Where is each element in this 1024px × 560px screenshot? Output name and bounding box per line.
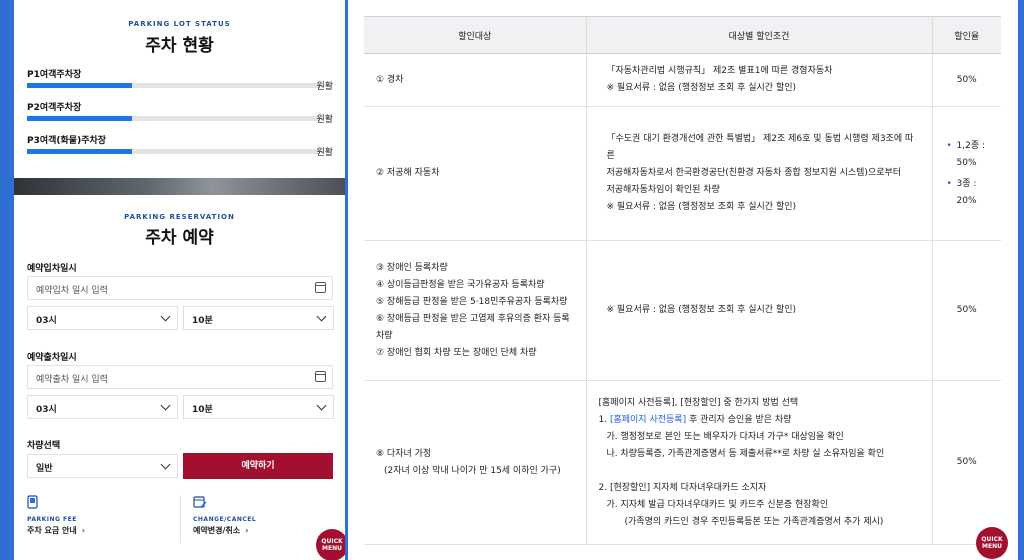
chevron-down-icon [160, 311, 171, 322]
rate-item: 3종 : 20% [947, 176, 990, 210]
exit-date-label: 예약출차일시 [27, 353, 77, 363]
quick-menu-line2: MENU [982, 543, 1002, 550]
target-cell: ② 저공해 자동차 [364, 106, 587, 241]
quick-menu-button[interactable]: QUICK MENU [316, 529, 345, 560]
entry-hour-select[interactable]: 03시 [27, 306, 178, 330]
parking-fee-eyebrow: PARKING FEE [27, 516, 77, 523]
change-cancel-text: 예약변경/취소 › [193, 526, 249, 535]
lot-state: 원활 [316, 148, 333, 158]
lot-occupancy-fill [27, 116, 133, 121]
vehicle-label: 차량선택 [27, 441, 61, 451]
entry-date-placeholder: 예약입차 일시 입력 [36, 286, 108, 296]
calendar-edit-icon [193, 496, 207, 508]
entry-hour-value: 03시 [36, 316, 57, 326]
homepage-preregistration-link[interactable]: [홈페이지 사전등록] [610, 415, 686, 425]
parking-status-section: PARKING LOT STATUS 주차 현황 P1여객주차장 원활 P2여객… [14, 0, 345, 178]
table-row: ① 경차 「자동차관리법 시행규칙」 제2조 별표1에 따른 경형자동차 ※ 필… [364, 53, 1001, 107]
arrow-right-icon: › [245, 526, 249, 535]
parking-sidebar: PARKING LOT STATUS 주차 현황 P1여객주차장 원활 P2여객… [14, 0, 345, 560]
calendar-icon[interactable] [315, 371, 326, 382]
status-title: 주차 현황 [145, 36, 214, 56]
conditions-cell: 「수도권 대기 환경개선에 관한 특별법」 제2조 제6호 및 동법 시행령 제… [586, 106, 933, 241]
table-row: ② 저공해 자동차 「수도권 대기 환경개선에 관한 특별법」 제2조 제6호 … [364, 106, 1001, 241]
table-row: ⑧ 다자녀 가정 (2자녀 이상 막내 나이가 만 15세 이하인 가구) [홈… [364, 380, 1001, 545]
chevron-down-icon [316, 400, 327, 411]
parking-fee-text: 주차 요금 안내 › [27, 526, 86, 535]
lot-occupancy-fill [27, 83, 133, 88]
exit-date-placeholder: 예약출차 일시 입력 [36, 375, 108, 385]
conditions-cell: 「자동차관리법 시행규칙」 제2조 별표1에 따른 경형자동차 ※ 필요서류 :… [586, 53, 933, 107]
change-cancel-eyebrow: CHANGE/CANCEL [193, 516, 257, 523]
discount-table-panel: 할인대상 대상별 할인조건 할인율 ① 경차 「자동차관리법 시행규칙」 제2조… [348, 0, 1018, 560]
chevron-down-icon [160, 400, 171, 411]
lot-occupancy-bar [27, 149, 320, 154]
conditions-cell: [홈페이지 사전등록], [현장할인] 중 한가지 방법 선택 1. [홈페이지… [586, 380, 933, 545]
lot-occupancy-bar [27, 116, 320, 121]
lot-occupancy-fill [27, 149, 133, 154]
quick-menu-line2: MENU [322, 545, 342, 552]
exit-minute-select[interactable]: 10분 [183, 395, 334, 419]
lot-name: P2여객주차장 [27, 103, 82, 113]
lot-state: 원활 [316, 115, 333, 125]
entry-minute-select[interactable]: 10분 [183, 306, 334, 330]
quick-menu-line1: QUICK [981, 536, 1003, 543]
quick-menu-line1: QUICK [321, 538, 343, 545]
exit-hour-value: 03시 [36, 405, 57, 415]
lot-name: P3여객(화물)주차장 [27, 136, 107, 146]
target-cell: ③ 장애인 등록차량 ④ 상이등급판정을 받은 국가유공자 등록차량 ⑤ 장해등… [364, 240, 587, 381]
lot-state: 원활 [316, 82, 333, 92]
rate-cell: 50% [932, 380, 1001, 545]
reservation-title: 주차 예약 [145, 228, 214, 248]
table-row: ③ 장애인 등록차량 ④ 상이등급판정을 받은 국가유공자 등록차량 ⑤ 장해등… [364, 240, 1001, 381]
reservation-eyebrow: PARKING RESERVATION [124, 213, 235, 221]
lot-p3[interactable]: P3여객(화물)주차장 원활 [27, 133, 333, 158]
header-target: 할인대상 [364, 16, 587, 54]
rate-cell: 50% [932, 240, 1001, 381]
lot-p1[interactable]: P1여객주차장 원활 [27, 67, 333, 92]
lot-occupancy-bar [27, 83, 320, 88]
quick-link-divider [180, 495, 181, 543]
reserve-button[interactable]: 예약하기 [183, 453, 333, 479]
entry-date-input[interactable]: 예약입차 일시 입력 [27, 276, 333, 300]
entry-minute-value: 10분 [192, 316, 213, 326]
rate-cell: 1,2종 : 50% 3종 : 20% [932, 106, 1001, 241]
decorative-banner [14, 178, 345, 195]
chevron-down-icon [316, 311, 327, 322]
table-header-row: 할인대상 대상별 할인조건 할인율 [364, 16, 1001, 54]
quick-menu-button[interactable]: QUICK MENU [976, 527, 1008, 559]
rate-cell: 50% [932, 53, 1001, 107]
status-eyebrow: PARKING LOT STATUS [128, 20, 231, 28]
conditions-cell: ※ 필요서류 : 없음 (행정정보 조회 후 실시간 할인) [586, 240, 933, 381]
rate-item: 1,2종 : 50% [947, 138, 990, 172]
chevron-down-icon [160, 459, 171, 470]
header-rate: 할인율 [932, 16, 1001, 54]
phone-icon [27, 495, 38, 509]
lot-name: P1여객주차장 [27, 70, 82, 80]
exit-hour-select[interactable]: 03시 [27, 395, 178, 419]
exit-minute-value: 10분 [192, 405, 213, 415]
discount-table: 할인대상 대상별 할인조건 할인율 ① 경차 「자동차관리법 시행규칙」 제2조… [364, 16, 1001, 545]
target-cell: ⑧ 다자녀 가정 (2자녀 이상 막내 나이가 만 15세 이하인 가구) [364, 380, 587, 545]
parking-reservation-section: PARKING RESERVATION 주차 예약 예약입차일시 예약입차 일시… [14, 195, 345, 560]
arrow-right-icon: › [81, 526, 86, 535]
entry-date-label: 예약입차일시 [27, 264, 77, 274]
vehicle-type-value: 일반 [36, 464, 53, 474]
lot-p2[interactable]: P2여객주차장 원활 [27, 100, 333, 125]
header-conditions: 대상별 할인조건 [586, 16, 933, 54]
target-cell: ① 경차 [364, 53, 587, 107]
exit-date-input[interactable]: 예약출차 일시 입력 [27, 365, 333, 389]
calendar-icon[interactable] [315, 282, 326, 293]
vehicle-type-select[interactable]: 일반 [27, 454, 178, 478]
